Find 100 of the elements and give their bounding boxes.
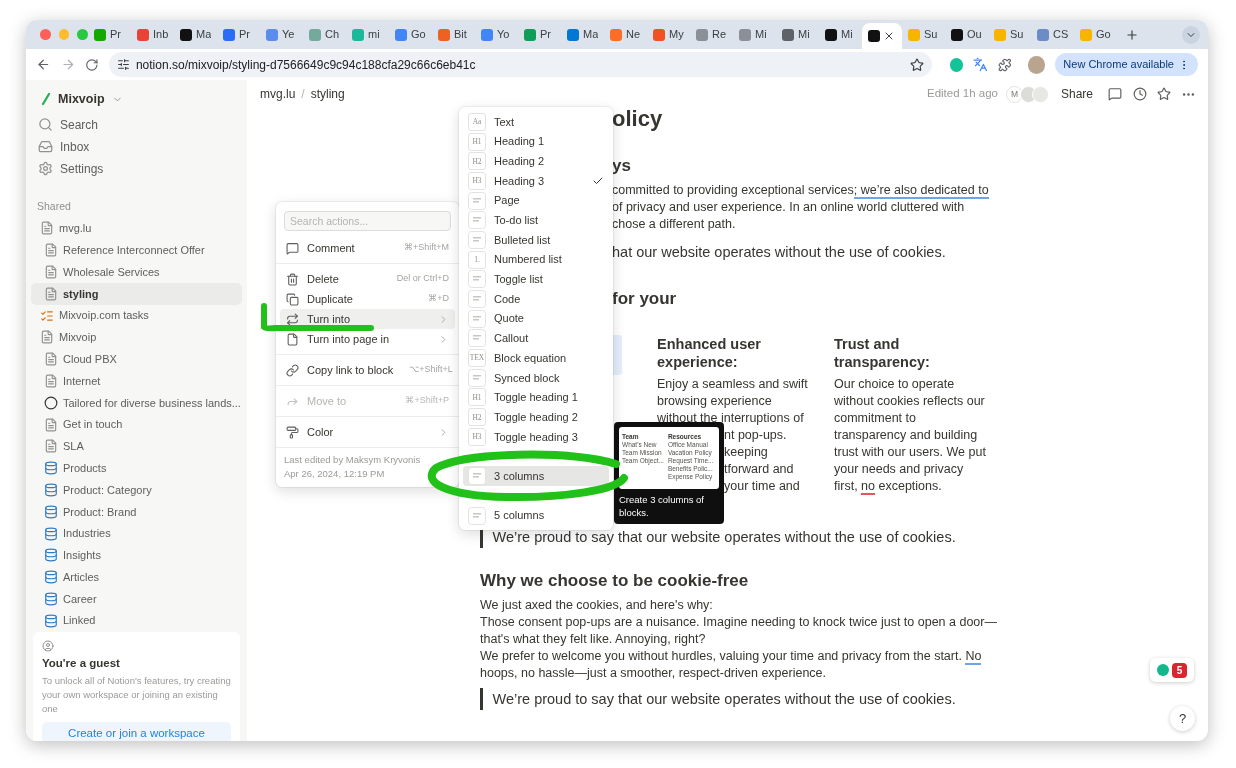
last-edited-info: Last edited by Maksym Kryvonis	[284, 453, 422, 467]
browser-tab[interactable]	[862, 23, 902, 49]
database-icon	[44, 461, 58, 476]
paragraph: committed to providing exceptional services; we’re also dedicated to of privacy and user experience. In an online world cluttered with chose a different path.	[612, 182, 989, 233]
browser-tab[interactable]: Bit	[432, 20, 475, 49]
sidebar-item[interactable]: Mixvoip.com tasks	[31, 304, 242, 327]
paragraph-fragment: nt pop-ups.	[724, 427, 787, 444]
browser-tab[interactable]: CS	[1031, 20, 1074, 49]
sidebar-nav-item[interactable]: Search	[33, 113, 240, 136]
breadcrumb-link[interactable]: mvg.lu	[260, 85, 296, 103]
browser-tab[interactable]: Ou	[945, 20, 988, 49]
address-bar[interactable]: notion.so/mixvoip/styling-d7566649c9c94c188cfa29c66c6eb41c	[108, 52, 932, 77]
tab-title: Ou	[967, 27, 982, 43]
page-icon	[44, 243, 58, 258]
floating-widget[interactable]: 5	[1150, 658, 1194, 682]
profile-avatar[interactable]	[1027, 55, 1046, 74]
reload-icon[interactable]	[85, 57, 99, 72]
share-button[interactable]: Share	[1060, 85, 1093, 103]
sidebar-nav-item[interactable]: Inbox	[33, 135, 240, 158]
browser-tab[interactable]: Su	[902, 20, 945, 49]
sidebar-item[interactable]: Internet	[31, 370, 242, 392]
forward-icon[interactable]	[60, 57, 76, 72]
tab-title: mi	[368, 27, 380, 43]
puzzle-icon[interactable]	[998, 57, 1012, 72]
menu-item[interactable]: Copy link to block ⌥+Shift+L	[280, 360, 455, 380]
tab-title: Ch	[325, 27, 340, 43]
section-heading: ys	[612, 155, 631, 177]
sidebar-item[interactable]: Industries	[31, 522, 242, 545]
close-icon[interactable]	[883, 30, 895, 42]
menu-item[interactable]: Color	[280, 422, 455, 442]
browser-tab[interactable]: My	[647, 20, 690, 49]
browser-tab[interactable]: mi	[346, 20, 389, 49]
browser-tab[interactable]: Inb	[131, 20, 174, 49]
sidebar-item[interactable]: Product: Brand	[31, 500, 242, 523]
favorite-star-icon[interactable]	[1157, 87, 1171, 101]
guest-title: You're a guest	[42, 655, 121, 671]
tab-title: Ma	[583, 27, 598, 43]
browser-tab[interactable]: Go	[1074, 20, 1117, 49]
menu-item[interactable]: Delete Del or Ctrl+D	[280, 269, 455, 289]
search-field[interactable]: Search actions...	[284, 211, 451, 231]
column-heading: Enhanced user experience:	[657, 335, 762, 371]
sidebar-item[interactable]: styling	[31, 282, 242, 305]
sidebar-item[interactable]: Products	[31, 457, 242, 480]
tab-title: Pr	[239, 27, 250, 43]
extension-icon[interactable]	[949, 57, 964, 72]
update-chrome-button[interactable]: New Chrome available	[1055, 53, 1198, 76]
browser-tab[interactable]: Ne	[604, 20, 647, 49]
sidebar-item[interactable]: Cloud PBX	[31, 348, 242, 371]
sidebar-item[interactable]: Tailored for diverse business lands...	[31, 391, 242, 414]
last-edited-info: Apr 26, 2024, 12:19 PM	[284, 467, 386, 481]
browser-tab[interactable]: Pr	[217, 20, 260, 49]
browser-tab[interactable]: Mi	[776, 20, 819, 49]
sidebar-item[interactable]: Insights	[31, 544, 242, 567]
sidebar-item[interactable]: SLA	[31, 435, 242, 458]
browser-tab[interactable]: Ch	[303, 20, 346, 49]
browser-tab[interactable]: Re	[690, 20, 733, 49]
sidebar-item[interactable]: Linked	[31, 609, 242, 632]
sidebar-item[interactable]: Get in touch	[31, 413, 242, 436]
create-workspace-button[interactable]: Create or join a workspace	[42, 721, 231, 741]
help-button[interactable]: ?	[1170, 706, 1195, 731]
new-tab-icon[interactable]	[1125, 27, 1139, 42]
sidebar-item[interactable]: Wholesale Services	[31, 261, 242, 283]
sidebar-item[interactable]: Product: Category	[31, 479, 242, 501]
menu-item[interactable]: Comment ⌘+Shift+M	[280, 238, 455, 258]
comment-icon[interactable]	[1108, 87, 1122, 101]
clock-icon[interactable]	[1133, 87, 1147, 101]
browser-tab[interactable]: Yo	[475, 20, 518, 49]
workspace-switcher[interactable]: Mixvoip	[33, 90, 240, 109]
url-text: notion.so/mixvoip/styling-d7566649c9c94c188cfa29c66c6eb41c	[135, 56, 476, 74]
menu-item[interactable]: 3 columns	[463, 466, 609, 487]
database-icon	[44, 591, 58, 606]
browser-tab[interactable]: Go	[389, 20, 432, 49]
browser-tab[interactable]: Pr	[518, 20, 561, 49]
block-type-icon	[468, 290, 486, 309]
menu-item[interactable]: Duplicate ⌘+D	[280, 289, 455, 309]
translate-icon[interactable]	[973, 57, 989, 72]
site-settings-icon[interactable]	[116, 58, 130, 71]
tab-title: Ma	[196, 27, 211, 43]
page-icon	[40, 221, 54, 236]
breadcrumb-link[interactable]: styling	[310, 85, 345, 103]
browser-tab[interactable]: Mi	[819, 20, 862, 49]
sidebar-item[interactable]: Career	[31, 588, 242, 610]
sidebar-nav-item[interactable]: Settings	[33, 157, 240, 180]
back-icon[interactable]	[36, 57, 51, 72]
menu-item[interactable]: Turn into page in	[280, 329, 455, 349]
tab-title: Mi	[798, 27, 810, 43]
sidebar-item[interactable]: Reference Interconnect Offer	[31, 239, 242, 262]
browser-tab[interactable]: Pr	[88, 20, 131, 49]
browser-tab[interactable]: Ma	[174, 20, 217, 49]
tab-search-button[interactable]	[1182, 25, 1200, 44]
block-type-icon	[468, 329, 486, 348]
sidebar-item[interactable]: mvg.lu	[31, 217, 242, 240]
sidebar-item[interactable]: Mixvoip	[31, 326, 242, 349]
browser-tab[interactable]: Mi	[733, 20, 776, 49]
browser-tab[interactable]: Ye	[260, 20, 303, 49]
bookmark-star-icon[interactable]	[909, 57, 924, 72]
browser-tab[interactable]: Ma	[561, 20, 604, 49]
sidebar-item[interactable]: Articles	[31, 566, 242, 589]
browser-tab[interactable]: Su	[988, 20, 1031, 49]
paint-roller-icon	[286, 425, 299, 439]
